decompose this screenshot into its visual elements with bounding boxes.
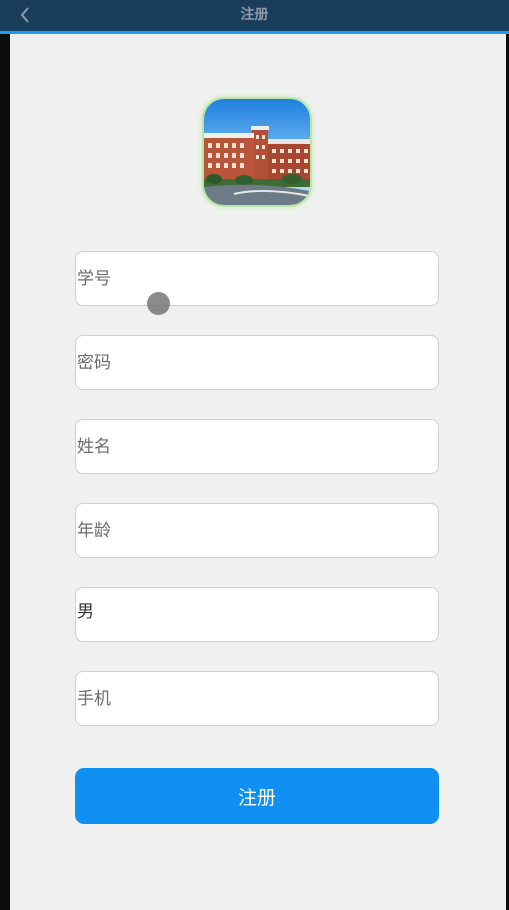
campus-building-image — [204, 99, 310, 205]
gender-select[interactable]: 男 — [75, 587, 439, 642]
register-button[interactable]: 注册 — [75, 768, 439, 824]
navigation-bar: 注册 — [0, 0, 509, 34]
phone-input[interactable] — [75, 671, 439, 726]
student-id-input[interactable] — [75, 251, 439, 306]
register-form-panel: 男 注册 — [10, 34, 506, 910]
touch-indicator — [147, 292, 170, 315]
name-input[interactable] — [75, 419, 439, 474]
password-input[interactable] — [75, 335, 439, 390]
gender-value: 男 — [77, 602, 94, 622]
building-illustration — [204, 99, 310, 205]
page-title: 注册 — [240, 7, 269, 23]
age-input[interactable] — [75, 503, 439, 558]
